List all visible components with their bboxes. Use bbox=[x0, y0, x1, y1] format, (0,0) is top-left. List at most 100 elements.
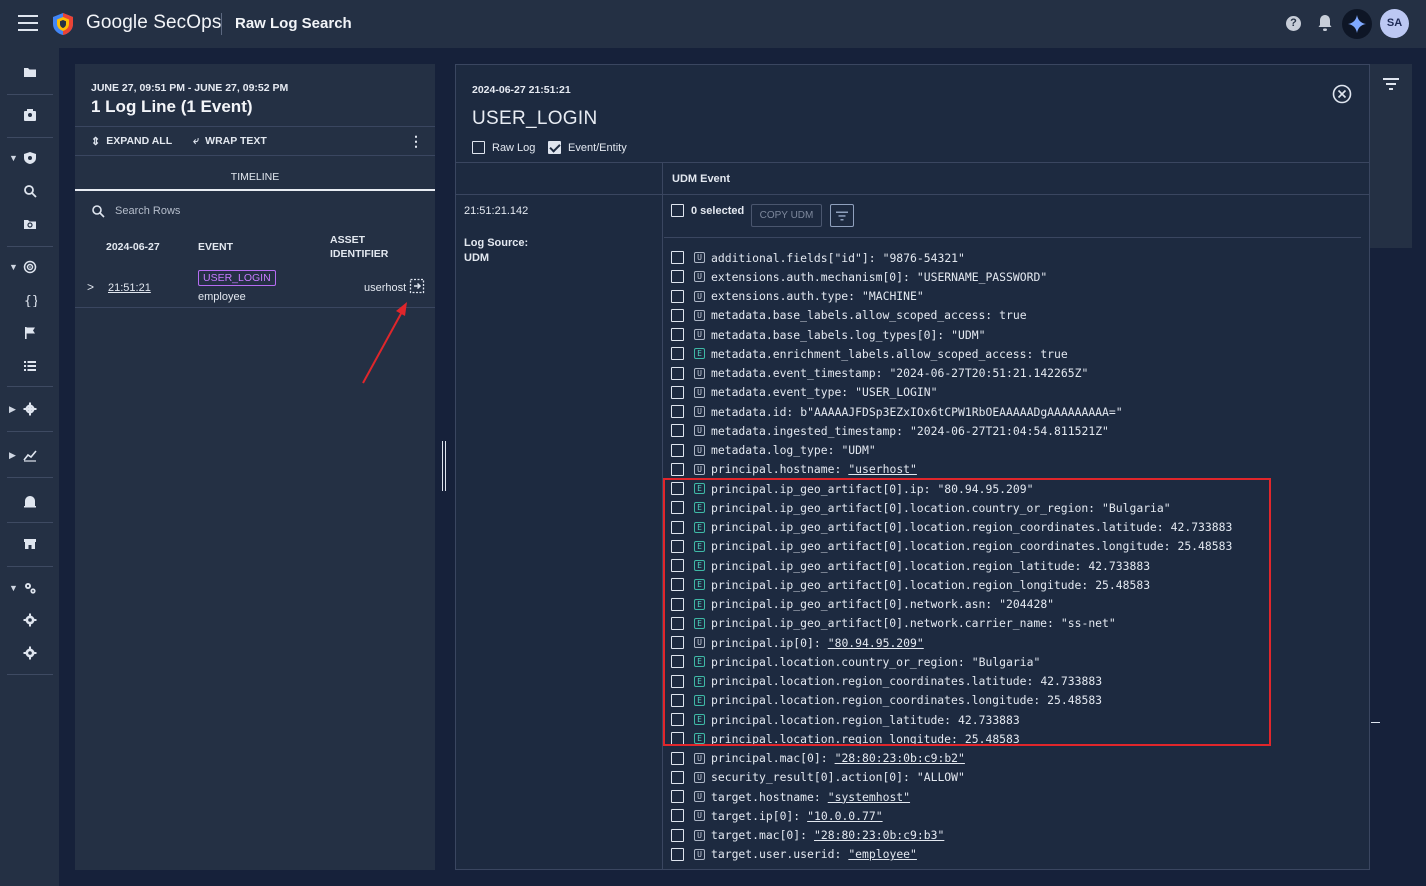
nav-marketplace-store-icon[interactable] bbox=[0, 532, 59, 556]
field-checkbox[interactable] bbox=[671, 347, 684, 361]
user-avatar[interactable]: SA bbox=[1380, 9, 1409, 38]
field-value-link[interactable]: "80.94.95.209" bbox=[828, 636, 924, 650]
field-checkbox[interactable] bbox=[671, 385, 684, 399]
field-checkbox[interactable] bbox=[671, 674, 684, 688]
udm-field-row[interactable]: Umetadata.ingested_timestamp: "2024-06-27… bbox=[671, 421, 1361, 440]
udm-field-row[interactable]: Eprincipal.location.region_coordinates.l… bbox=[671, 672, 1361, 691]
nav-threat-intel-icon[interactable] bbox=[0, 489, 59, 513]
nav-list-icon[interactable] bbox=[0, 354, 59, 378]
row-time-link[interactable]: 21:51:21 bbox=[108, 282, 151, 294]
udm-field-row[interactable]: Eprincipal.ip_geo_artifact[0].network.ca… bbox=[671, 614, 1361, 633]
nav-sub-settings2-gear-icon[interactable] bbox=[0, 641, 59, 665]
filter-fields-button[interactable] bbox=[830, 204, 854, 227]
udm-field-row[interactable]: Uprincipal.hostname: "userhost" bbox=[671, 460, 1361, 479]
field-value-link[interactable]: "10.0.0.77" bbox=[807, 809, 882, 823]
udm-field-row[interactable]: Eprincipal.location.region_longitude: 25.… bbox=[671, 729, 1361, 748]
field-checkbox[interactable] bbox=[671, 693, 684, 707]
udm-field-row[interactable]: Umetadata.event_type: "USER_LOGIN" bbox=[671, 383, 1361, 402]
field-checkbox[interactable] bbox=[671, 539, 684, 553]
udm-field-row[interactable]: Eprincipal.location.region_latitude: 42.7… bbox=[671, 710, 1361, 729]
nav-response-gear-icon[interactable] bbox=[0, 397, 59, 421]
udm-field-row[interactable]: Usecurity_result[0].action[0]: "ALLOW" bbox=[671, 768, 1361, 787]
nav-investigation-icon[interactable] bbox=[0, 103, 59, 127]
field-value-link[interactable]: "28:80:23:0b:c9:b3" bbox=[814, 828, 944, 842]
field-checkbox[interactable] bbox=[671, 809, 684, 823]
expand-all-button[interactable]: ⇕ EXPAND ALL bbox=[91, 133, 172, 149]
field-checkbox[interactable] bbox=[671, 828, 684, 842]
field-checkbox[interactable] bbox=[671, 443, 684, 457]
field-checkbox[interactable] bbox=[671, 655, 684, 669]
udm-field-row[interactable]: Eprincipal.ip_geo_artifact[0].network.as… bbox=[671, 595, 1361, 614]
field-checkbox[interactable] bbox=[671, 251, 684, 265]
nav-saved-search-icon[interactable] bbox=[0, 212, 59, 236]
field-checkbox[interactable] bbox=[671, 847, 684, 861]
menu-icon[interactable] bbox=[18, 15, 38, 31]
nav-rules-code-icon[interactable]: {} bbox=[0, 288, 59, 312]
field-value-link[interactable]: "employee" bbox=[848, 847, 917, 861]
wrap-text-button[interactable]: ⤶ WRAP TEXT bbox=[193, 133, 267, 149]
field-value-link[interactable]: "systemhost" bbox=[828, 790, 910, 804]
field-checkbox[interactable] bbox=[671, 790, 684, 804]
nav-dashboards-chart-icon[interactable] bbox=[0, 443, 59, 467]
field-checkbox[interactable] bbox=[671, 462, 684, 476]
field-checkbox[interactable] bbox=[671, 770, 684, 784]
udm-field-row[interactable]: Umetadata.base_labels.allow_scoped_acces… bbox=[671, 306, 1361, 325]
nav-search-icon[interactable] bbox=[0, 179, 59, 203]
field-checkbox[interactable] bbox=[671, 732, 684, 746]
nav-cases-folder-icon[interactable] bbox=[0, 60, 59, 84]
field-checkbox[interactable] bbox=[671, 713, 684, 727]
nav-radar-icon[interactable] bbox=[0, 255, 59, 279]
udm-field-row[interactable]: Eprincipal.ip_geo_artifact[0].ip: "80.94.… bbox=[671, 479, 1361, 498]
udm-field-row[interactable]: Eprincipal.ip_geo_artifact[0].location.r… bbox=[671, 518, 1361, 537]
field-checkbox[interactable] bbox=[671, 308, 684, 322]
udm-field-row[interactable]: Eprincipal.ip_geo_artifact[0].location.r… bbox=[671, 556, 1361, 575]
udm-field-row[interactable]: Uextensions.auth.type: "MACHINE" bbox=[671, 287, 1361, 306]
field-value-link[interactable]: "28:80:23:0b:c9:b2" bbox=[835, 751, 965, 765]
select-all-row[interactable]: 0 selected bbox=[671, 204, 744, 217]
select-all-checkbox[interactable] bbox=[671, 204, 684, 217]
field-checkbox[interactable] bbox=[671, 636, 684, 650]
nav-alerts-flag-icon[interactable] bbox=[0, 321, 59, 345]
udm-field-row[interactable]: Uadditional.fields["id"]: "9876-54321" bbox=[671, 248, 1361, 267]
nav-detection-shield-icon[interactable] bbox=[0, 146, 59, 170]
field-checkbox[interactable] bbox=[671, 405, 684, 419]
udm-field-row[interactable]: Eprincipal.ip_geo_artifact[0].location.c… bbox=[671, 498, 1361, 517]
gemini-sparkle-icon[interactable] bbox=[1342, 9, 1372, 39]
udm-field-row[interactable]: Eprincipal.ip_geo_artifact[0].location.r… bbox=[671, 537, 1361, 556]
field-checkbox[interactable] bbox=[671, 616, 684, 630]
panel-resize-handle[interactable] bbox=[442, 441, 446, 491]
udm-field-row[interactable]: Eprincipal.location.country_or_region: "B… bbox=[671, 652, 1361, 671]
close-icon[interactable] bbox=[1332, 84, 1352, 104]
udm-field-row[interactable]: Uextensions.auth.mechanism[0]: "USERNAME_… bbox=[671, 267, 1361, 286]
field-checkbox[interactable] bbox=[671, 597, 684, 611]
udm-field-row[interactable]: Emetadata.enrichment_labels.allow_scoped… bbox=[671, 344, 1361, 363]
filter-list-icon[interactable] bbox=[1383, 77, 1399, 91]
raw-log-toggle[interactable]: Raw Log bbox=[472, 141, 535, 154]
udm-field-row[interactable]: Uprincipal.mac[0]: "28:80:23:0b:c9:b2" bbox=[671, 749, 1361, 768]
event-entity-checkbox[interactable] bbox=[548, 141, 561, 154]
copy-udm-button[interactable]: COPY UDM bbox=[751, 204, 822, 227]
udm-field-row[interactable]: Eprincipal.location.region_coordinates.l… bbox=[671, 691, 1361, 710]
udm-field-row[interactable]: Umetadata.base_labels.log_types[0]: "UDM" bbox=[671, 325, 1361, 344]
udm-field-row[interactable]: Uprincipal.ip[0]: "80.94.95.209" bbox=[671, 633, 1361, 652]
search-rows-input[interactable]: Search Rows bbox=[91, 202, 180, 220]
udm-field-row[interactable]: Umetadata.id: b"AAAAAJFDSp3EZxIOx6tCPW1Rb… bbox=[671, 402, 1361, 421]
udm-field-row[interactable]: Utarget.hostname: "systemhost" bbox=[671, 787, 1361, 806]
raw-log-checkbox[interactable] bbox=[472, 141, 485, 154]
expand-row-chevron-icon[interactable]: > bbox=[87, 280, 94, 294]
field-checkbox[interactable] bbox=[671, 501, 684, 515]
notifications-bell-icon[interactable] bbox=[1317, 14, 1333, 32]
field-checkbox[interactable] bbox=[671, 559, 684, 573]
open-asset-icon[interactable] bbox=[409, 278, 425, 294]
nav-settings-gears-icon[interactable] bbox=[0, 576, 59, 600]
field-checkbox[interactable] bbox=[671, 482, 684, 496]
tab-timeline[interactable]: TIMELINE bbox=[75, 156, 435, 191]
field-checkbox[interactable] bbox=[671, 289, 684, 303]
udm-field-row[interactable]: Utarget.ip[0]: "10.0.0.77" bbox=[671, 806, 1361, 825]
field-checkbox[interactable] bbox=[671, 424, 684, 438]
field-checkbox[interactable] bbox=[671, 520, 684, 534]
udm-field-row[interactable]: Eprincipal.ip_geo_artifact[0].location.r… bbox=[671, 575, 1361, 594]
field-checkbox[interactable] bbox=[671, 270, 684, 284]
nav-sub-settings-gear-icon[interactable] bbox=[0, 608, 59, 632]
udm-field-row[interactable]: Utarget.user.userid: "employee" bbox=[671, 845, 1361, 864]
